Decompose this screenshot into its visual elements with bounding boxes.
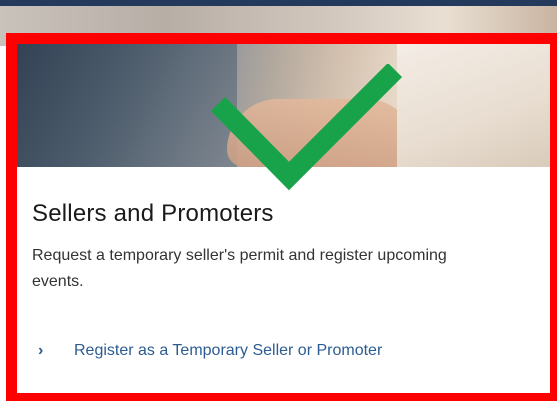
hero-laptop (397, 44, 550, 167)
register-link[interactable]: › Register as a Temporary Seller or Prom… (38, 342, 382, 360)
card-description: Request a temporary seller's permit and … (32, 247, 447, 290)
sellers-promoters-card: Sellers and Promoters Request a temporar… (17, 44, 550, 393)
register-link-label[interactable]: Register as a Temporary Seller or Promot… (74, 342, 382, 360)
green-checkmark-icon (212, 64, 402, 191)
chevron-right-icon: › (38, 342, 44, 359)
screenshot-frame: Sellers and Promoters Request a temporar… (0, 0, 557, 401)
card-title: Sellers and Promoters (32, 200, 274, 227)
hero-sleeve (17, 44, 237, 167)
